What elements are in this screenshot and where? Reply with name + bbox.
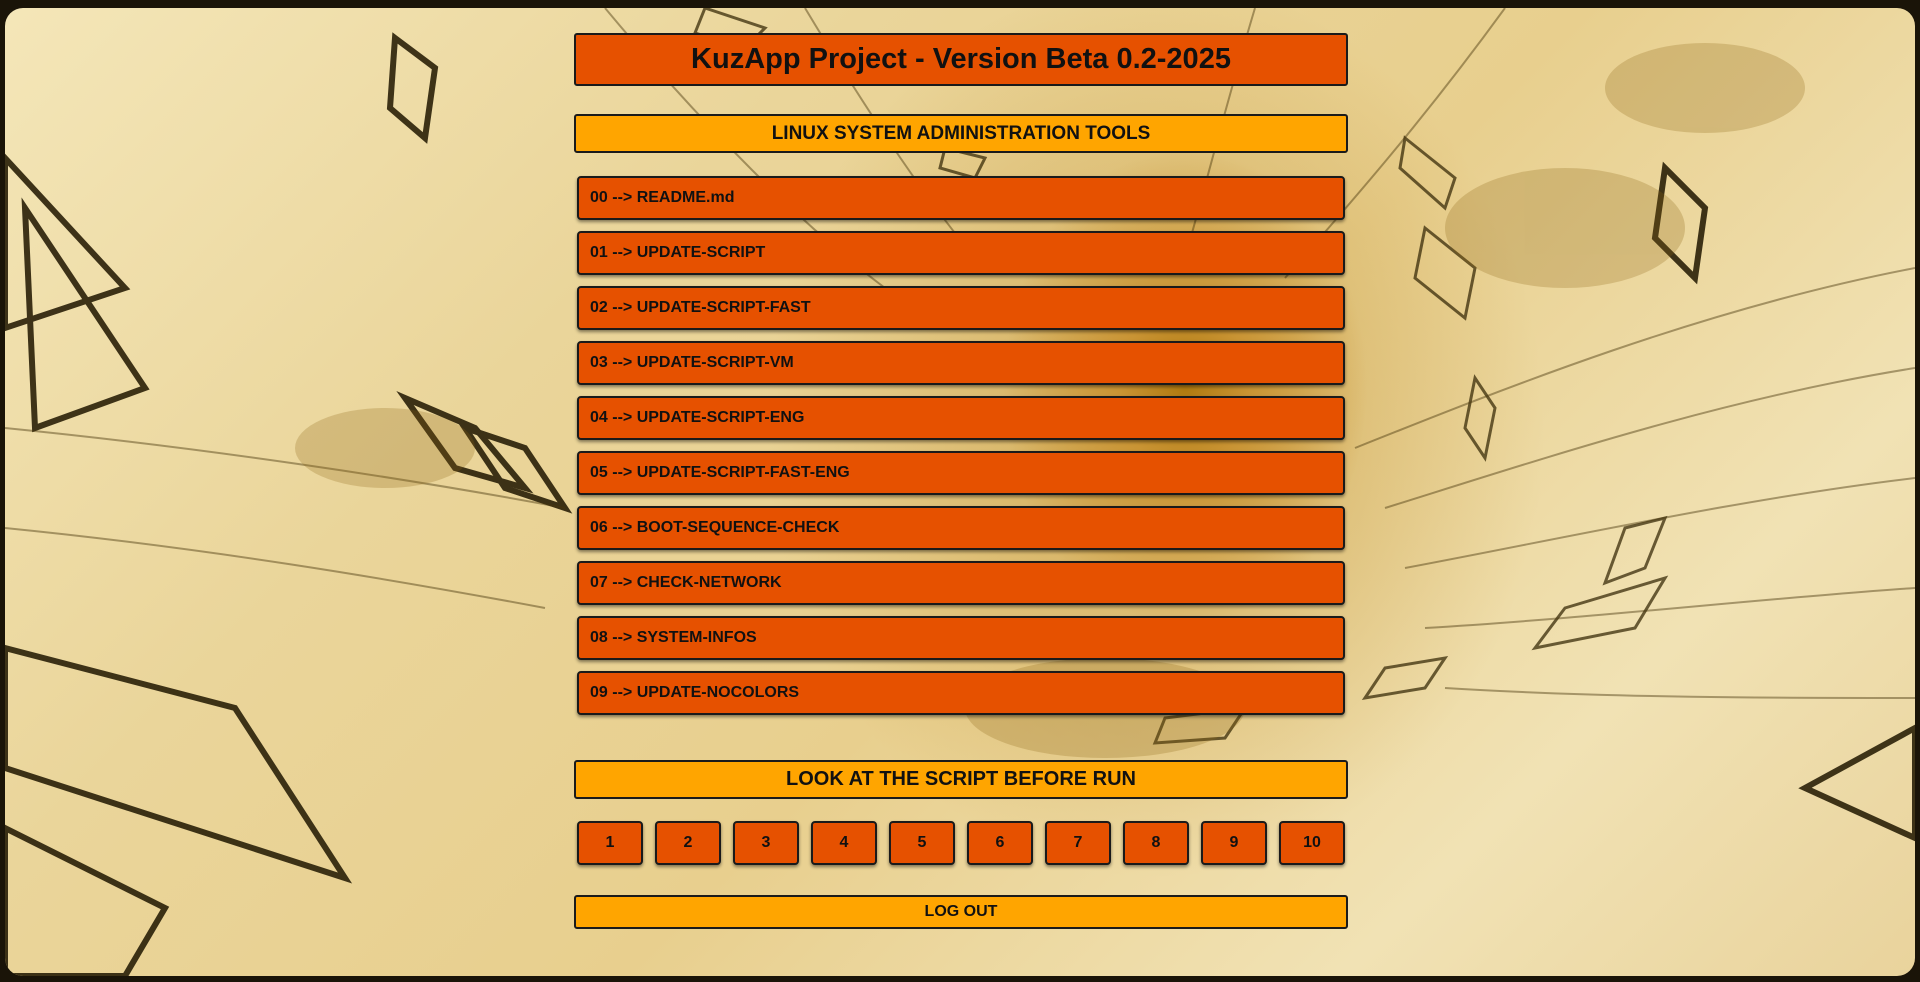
- menu-item-update-script[interactable]: 01 --> UPDATE-SCRIPT: [577, 231, 1345, 275]
- logout-button[interactable]: LOG OUT: [574, 895, 1348, 929]
- script-view-buttons: 1 2 3 4 5 6 7 8 9 10: [577, 821, 1347, 865]
- view-script-button-5[interactable]: 5: [889, 821, 955, 865]
- menu-item-update-script-eng[interactable]: 04 --> UPDATE-SCRIPT-ENG: [577, 396, 1345, 440]
- section-header-look: LOOK AT THE SCRIPT BEFORE RUN: [574, 760, 1348, 799]
- menu-item-boot-sequence-check[interactable]: 06 --> BOOT-SEQUENCE-CHECK: [577, 506, 1345, 550]
- view-script-button-6[interactable]: 6: [967, 821, 1033, 865]
- menu-item-readme[interactable]: 00 --> README.md: [577, 176, 1345, 220]
- view-script-button-7[interactable]: 7: [1045, 821, 1111, 865]
- script-menu: 00 --> README.md 01 --> UPDATE-SCRIPT 02…: [577, 176, 1345, 726]
- app-window: KuzApp Project - Version Beta 0.2-2025 L…: [5, 8, 1915, 976]
- page-title: KuzApp Project - Version Beta 0.2-2025: [574, 33, 1348, 86]
- view-script-button-3[interactable]: 3: [733, 821, 799, 865]
- menu-item-system-infos[interactable]: 08 --> SYSTEM-INFOS: [577, 616, 1345, 660]
- view-script-button-8[interactable]: 8: [1123, 821, 1189, 865]
- section-header-tools: LINUX SYSTEM ADMINISTRATION TOOLS: [574, 114, 1348, 153]
- view-script-button-10[interactable]: 10: [1279, 821, 1345, 865]
- view-script-button-9[interactable]: 9: [1201, 821, 1267, 865]
- menu-item-update-script-fast[interactable]: 02 --> UPDATE-SCRIPT-FAST: [577, 286, 1345, 330]
- menu-item-update-nocolors[interactable]: 09 --> UPDATE-NOCOLORS: [577, 671, 1345, 715]
- menu-item-update-script-fast-eng[interactable]: 05 --> UPDATE-SCRIPT-FAST-ENG: [577, 451, 1345, 495]
- menu-item-check-network[interactable]: 07 --> CHECK-NETWORK: [577, 561, 1345, 605]
- view-script-button-4[interactable]: 4: [811, 821, 877, 865]
- menu-item-update-script-vm[interactable]: 03 --> UPDATE-SCRIPT-VM: [577, 341, 1345, 385]
- view-script-button-1[interactable]: 1: [577, 821, 643, 865]
- view-script-button-2[interactable]: 2: [655, 821, 721, 865]
